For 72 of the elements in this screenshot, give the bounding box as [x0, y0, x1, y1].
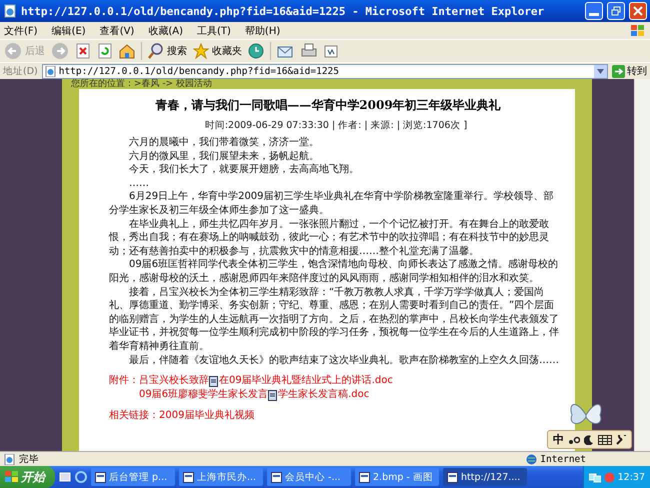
- attachment-label: 附件：: [109, 374, 139, 388]
- minimize-button[interactable]: [585, 2, 603, 20]
- attachment-link[interactable]: 学生家长发言稿.doc: [278, 388, 370, 402]
- clock: 12:37: [618, 472, 645, 482]
- search-button[interactable]: 搜索: [148, 43, 187, 59]
- input-method-bar[interactable]: 中: [547, 430, 632, 449]
- article-paragraph: 最后，伴随着《友谊地久天长》的歌声结束了这次毕业典礼。歌声在阶梯教室的上空久久回荡……: [128, 354, 560, 368]
- history-icon[interactable]: [248, 43, 264, 59]
- favorites-button[interactable]: 收藏夹: [193, 43, 242, 59]
- search-icon: [148, 43, 164, 59]
- menu-item[interactable]: 工具(T): [197, 24, 231, 38]
- antivirus-icon: [604, 472, 615, 482]
- poem-line: 今天，我们长大了，就要展开翅膀，去高高地飞翔。: [128, 163, 360, 177]
- page-icon: [44, 66, 56, 76]
- article-paragraph: 09届6班匡哲祥同学代表全体初三学生，饱含深情地向母校、向师长表达了感激之情。感谢母校的阳光，感谢母校的沃土，感谢恩师四年来陪伴度过的风风雨雨，感谢同学相知相伴的泪水和欢笑。: [109, 258, 560, 286]
- page-icon: [3, 4, 17, 18]
- article-title: 青春，请与我们一同歌唱——华育中学2009年初三年级毕业典礼: [154, 97, 502, 114]
- window-title: http://127.0.0.1/old/bencandy.php?fid=16&aid=1225 - Microsoft Internet Explorer: [21, 4, 546, 18]
- address-field[interactable]: http://127.0.0.1/old/bencandy.php?fid=16&aid=1225: [42, 64, 608, 78]
- menu-item[interactable]: 帮助(H): [244, 24, 280, 38]
- window-icon: [271, 472, 282, 482]
- poem-line: 六月的晨曦中，我们带着微笑，济济一堂。: [128, 136, 320, 150]
- network-icon: [588, 472, 601, 482]
- article-paragraph: 接着，吕宝兴校长为全体初三学生精彩致辞：“千教万教教人求真，千学万学学做真人；爱国尚礼、厚德重道、勤学博采、务实创新；守纪、尊重、感恩；在别人需要时看到自己的责任。”四个层面的临别赠言，为学生的人生远航再一次指明了方向。之后，在热烈的掌声中，吕校长向学生代表颁发了毕业证书，并祝贺每一位学生顺利完成初中阶段的学习任务，预祝每一位学生在今后的人生道路上，伴着华育精神勇往直前。: [109, 286, 560, 354]
- taskbar-button[interactable]: http://127....: [443, 468, 527, 486]
- windows-logo-icon: [630, 24, 646, 38]
- address-label: 地址(D): [3, 64, 38, 78]
- menu-item[interactable]: 收藏(A): [148, 24, 183, 38]
- document-icon: [209, 376, 219, 387]
- article-paragraph: 6月29日上午，华育中学2009届初三学生毕业典礼在华育中学阶梯教室隆重举行。学校领导、部分学生家长及初三年级全体师生参加了这一盛典。: [109, 190, 555, 218]
- refresh-icon[interactable]: [97, 43, 113, 59]
- taskbar-button[interactable]: 上海市民办...: [179, 468, 263, 486]
- menu-item[interactable]: 查看(V): [100, 24, 134, 38]
- window-icon: [447, 472, 458, 482]
- keyboard-icon: [598, 434, 612, 444]
- window-icon: [183, 472, 194, 482]
- article-paragraph: 在毕业典礼上，师生共忆四年岁月。一张张照片翻过，一个个记忆被打开。有在舞台上的敢爱敢恨，秀出自我；有在赛场上的呐喊鼓劲，彼此一心；有艺术节中的吹拉弹唱；有在科技节中的妙思灵动；还有慈善拍卖中的积极参与，抗震救灾中的情意相援……整个礼堂充满了温馨。: [109, 218, 550, 258]
- menu-item[interactable]: 文件(F): [4, 24, 38, 38]
- related-link[interactable]: 相关链接：2009届毕业典礼视频: [109, 408, 563, 422]
- star-icon: [193, 43, 209, 59]
- window-icon: [95, 472, 106, 482]
- document-icon: [268, 390, 278, 401]
- stop-icon[interactable]: [75, 43, 91, 59]
- status-text: 完毕: [19, 452, 39, 466]
- home-icon[interactable]: [119, 43, 135, 59]
- poem-line: 六月的微风里，我们展望未来，扬帆起航。: [128, 150, 320, 164]
- taskbar-button[interactable]: 2.bmp - 画图: [355, 468, 439, 486]
- moon-icon: [584, 434, 594, 444]
- article-meta: 时间:2009-06-29 07:33:30 | 作者: | 来源: | 浏览:1706次 ]: [204, 119, 468, 132]
- restore-button[interactable]: [607, 2, 625, 20]
- print-icon[interactable]: [301, 43, 317, 59]
- taskbar-button[interactable]: 会员中心 -...: [267, 468, 351, 486]
- taskbar-button[interactable]: 后台管理 p...: [91, 468, 175, 486]
- restore-icon: [611, 6, 621, 16]
- go-button[interactable]: 转到: [612, 64, 647, 78]
- close-button[interactable]: [629, 2, 647, 20]
- desktop-icon[interactable]: [59, 471, 71, 483]
- page-icon: [4, 454, 15, 464]
- attachment-link[interactable]: 在09届毕业典礼暨结业式上的讲话.doc: [219, 374, 393, 388]
- dropdown-arrow-icon: [597, 68, 604, 74]
- minimize-icon: [589, 13, 599, 16]
- attachment-link[interactable]: 09届6班廖穆斐学生家长发言: [139, 388, 268, 402]
- close-icon: [633, 6, 643, 16]
- attachment-link[interactable]: 吕宝兴校长致辞: [139, 374, 209, 388]
- punctuation-icon: [568, 434, 580, 444]
- security-zone: Internet: [540, 454, 586, 464]
- windows-logo-icon: [5, 471, 18, 483]
- start-button[interactable]: 开始: [0, 466, 55, 488]
- window-icon: [359, 472, 370, 482]
- poem-line: ……: [128, 176, 150, 190]
- menu-item[interactable]: 编辑(E): [52, 24, 86, 38]
- globe-icon: [526, 454, 538, 464]
